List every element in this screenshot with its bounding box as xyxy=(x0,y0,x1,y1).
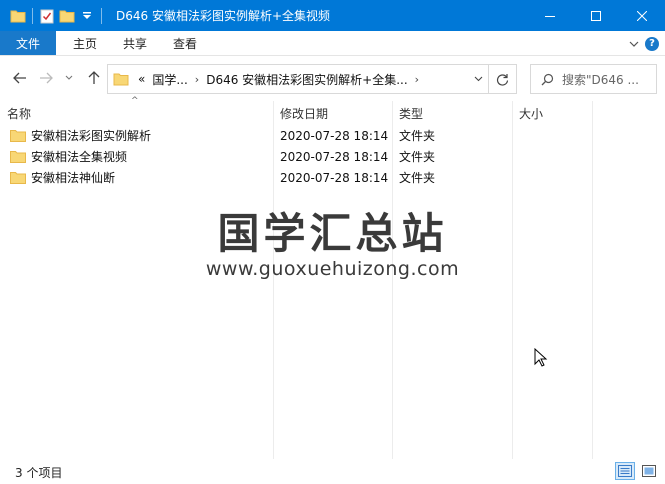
navigation-bar: « 国学... › D646 安徽相法彩图实例解析+全集... › 搜索"D64… xyxy=(0,56,665,101)
search-box[interactable]: 搜索"D646 ... xyxy=(530,64,657,94)
back-button[interactable] xyxy=(10,68,30,88)
address-dropdown-button[interactable] xyxy=(468,65,488,93)
column-header-type[interactable]: 类型 xyxy=(392,101,512,125)
watermark-url: www.guoxuehuizong.com xyxy=(205,258,460,280)
arrow-left-icon xyxy=(13,72,26,84)
column-header-size[interactable]: 大小 xyxy=(512,101,592,125)
file-date: 2020-07-28 18:14 xyxy=(280,170,389,185)
search-input[interactable]: 搜索"D646 ... xyxy=(562,71,639,88)
file-type: 文件夹 xyxy=(399,171,436,185)
folder-icon xyxy=(10,130,26,142)
arrow-right-icon xyxy=(40,72,53,84)
file-row[interactable]: 安徽相法神仙断 2020-07-28 18:14 文件夹 xyxy=(0,167,665,188)
window-title: D646 安徽相法彩图实例解析+全集视频 xyxy=(116,9,331,23)
status-bar: 3 个项目 xyxy=(0,460,665,484)
watermark-title: 国学汇总站 xyxy=(217,209,448,258)
breadcrumb-item[interactable]: D646 安徽相法彩图实例解析+全集... xyxy=(206,71,407,88)
quick-access-toolbar xyxy=(0,0,106,31)
chevron-right-icon[interactable]: › xyxy=(415,73,419,86)
file-date: 2020-07-28 18:14 xyxy=(280,149,389,164)
refresh-icon xyxy=(496,73,509,86)
forward-button[interactable] xyxy=(36,68,56,88)
view-switcher xyxy=(615,462,659,480)
column-headers: 名称 修改日期 类型 大小 xyxy=(0,101,665,125)
minimize-button[interactable] xyxy=(527,0,573,31)
arrow-up-icon xyxy=(88,71,100,84)
tab-view[interactable]: 查看 xyxy=(160,31,210,55)
file-row[interactable]: 安徽相法全集视频 2020-07-28 18:14 文件夹 xyxy=(0,146,665,167)
toolbar-divider xyxy=(101,7,102,24)
details-view-icon xyxy=(618,465,632,477)
column-header-name[interactable]: 名称 xyxy=(0,101,273,125)
toolbar-divider xyxy=(32,7,33,24)
window-controls xyxy=(527,0,665,31)
file-name: 安徽相法彩图实例解析 xyxy=(31,129,152,143)
folder-icon xyxy=(108,65,134,93)
file-date: 2020-07-28 18:14 xyxy=(280,128,389,143)
mouse-cursor-icon xyxy=(534,347,548,371)
file-name-cell: 安徽相法全集视频 xyxy=(10,146,127,167)
ribbon-tabs: 文件 主页 共享 查看 ? xyxy=(0,31,665,56)
tab-share[interactable]: 共享 xyxy=(110,31,160,55)
close-button[interactable] xyxy=(619,0,665,31)
chevron-right-icon[interactable]: › xyxy=(195,73,199,86)
folder-icon xyxy=(10,172,26,184)
ribbon-right-controls: ? xyxy=(629,31,659,56)
close-icon xyxy=(637,10,647,21)
file-type: 文件夹 xyxy=(399,129,436,143)
file-name: 安徽相法全集视频 xyxy=(31,150,128,164)
tab-home[interactable]: 主页 xyxy=(60,31,110,55)
minimize-icon xyxy=(545,15,555,17)
address-bar[interactable]: « 国学... › D646 安徽相法彩图实例解析+全集... › xyxy=(107,64,517,94)
breadcrumb: « 国学... › D646 安徽相法彩图实例解析+全集... › xyxy=(134,71,468,88)
properties-icon[interactable] xyxy=(37,0,57,31)
refresh-button[interactable] xyxy=(488,65,516,93)
folder-icon xyxy=(10,151,26,163)
maximize-button[interactable] xyxy=(573,0,619,31)
large-icons-view-button[interactable] xyxy=(639,462,659,480)
file-row[interactable]: 安徽相法彩图实例解析 2020-07-28 18:14 文件夹 xyxy=(0,125,665,146)
new-folder-icon[interactable] xyxy=(57,0,77,31)
item-count: 3 个项目 xyxy=(15,465,63,480)
customize-toolbar-dropdown-icon[interactable] xyxy=(77,0,97,31)
chevron-down-icon xyxy=(474,76,482,82)
details-view-button[interactable] xyxy=(615,462,635,480)
search-icon xyxy=(541,73,554,85)
column-header-date[interactable]: 修改日期 xyxy=(273,101,392,125)
recent-locations-dropdown[interactable] xyxy=(62,68,76,88)
breadcrumb-item[interactable]: 国学... xyxy=(152,71,187,88)
expand-ribbon-button[interactable] xyxy=(629,37,639,51)
chevron-down-icon xyxy=(65,75,73,80)
chevron-down-icon xyxy=(629,41,639,47)
file-type: 文件夹 xyxy=(399,150,436,164)
large-icons-view-icon xyxy=(642,465,656,477)
maximize-icon xyxy=(591,10,601,21)
file-name: 安徽相法神仙断 xyxy=(31,171,116,185)
help-icon[interactable]: ? xyxy=(645,36,659,51)
file-name-cell: 安徽相法彩图实例解析 xyxy=(10,125,151,146)
title-bar: D646 安徽相法彩图实例解析+全集视频 xyxy=(0,0,665,31)
breadcrumb-overflow[interactable]: « xyxy=(138,72,145,86)
up-button[interactable] xyxy=(84,68,104,88)
folder-icon xyxy=(8,0,28,31)
file-name-cell: 安徽相法神仙断 xyxy=(10,167,115,188)
file-list: 安徽相法彩图实例解析 2020-07-28 18:14 文件夹 安徽相法全集视频… xyxy=(0,125,665,188)
tab-file[interactable]: 文件 xyxy=(0,31,56,55)
